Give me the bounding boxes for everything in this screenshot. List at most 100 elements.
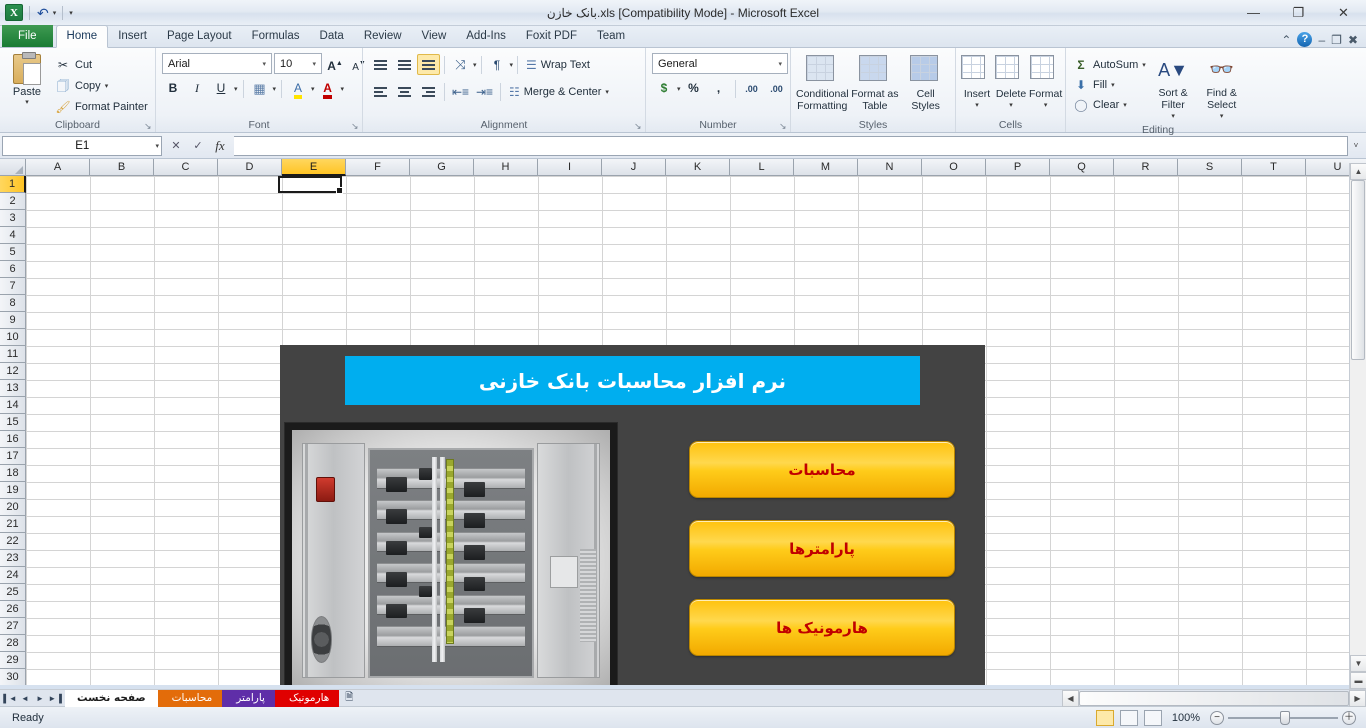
align-middle-button[interactable] — [393, 54, 416, 75]
fill-color-button[interactable]: A — [287, 78, 309, 99]
comma-button[interactable]: , — [707, 78, 731, 99]
horizontal-scrollbar[interactable]: ◀ ▶ — [1062, 689, 1366, 707]
zoom-level[interactable]: 100% — [1168, 712, 1204, 724]
row-header-4[interactable]: 4 — [0, 227, 26, 244]
percent-button[interactable]: % — [682, 78, 706, 99]
zoom-slider[interactable]: − ＋ — [1210, 710, 1356, 725]
paste-dropdown-icon[interactable]: ▾ — [25, 98, 29, 106]
sheet-nav-buttons[interactable]: ▌◄ ◄ ► ►▐ — [0, 694, 65, 703]
sheet-tab-harmonics[interactable]: هارمونیک — [274, 689, 340, 707]
underline-dropdown-icon[interactable]: ▾ — [234, 85, 238, 93]
underline-button[interactable]: U — [210, 78, 232, 99]
italic-button[interactable]: I — [186, 78, 208, 99]
column-header-m[interactable]: M — [794, 159, 858, 176]
row-header-9[interactable]: 9 — [0, 312, 26, 329]
row-header-22[interactable]: 22 — [0, 533, 26, 550]
row-header-18[interactable]: 18 — [0, 465, 26, 482]
number-format-caret-icon[interactable]: ▾ — [775, 60, 785, 68]
button-calculations[interactable]: محاسبات — [689, 441, 955, 498]
zoom-thumb[interactable] — [1280, 710, 1290, 725]
font-color-button[interactable]: A — [317, 78, 339, 99]
button-harmonics[interactable]: هارمونیک ها — [689, 599, 955, 656]
clipboard-dialog-launcher[interactable]: ↘ — [144, 122, 153, 131]
column-header-q[interactable]: Q — [1050, 159, 1114, 176]
row-header-7[interactable]: 7 — [0, 278, 26, 295]
zoom-out-button[interactable]: − — [1210, 710, 1224, 725]
row-header-16[interactable]: 16 — [0, 431, 26, 448]
delete-cells-button[interactable]: Delete ▾ — [994, 53, 1028, 112]
wrap-text-button[interactable]: ☰ Wrap Text — [522, 53, 594, 76]
tab-view[interactable]: View — [412, 26, 457, 47]
rtl-dropdown-icon[interactable]: ▾ — [510, 61, 514, 69]
column-header-b[interactable]: B — [90, 159, 154, 176]
font-name-combo[interactable]: Arial ▾ — [162, 53, 272, 74]
customize-qat-icon[interactable]: ▾ — [69, 9, 73, 17]
sort-filter-button[interactable]: A▼ Sort & Filter ▾ — [1149, 52, 1198, 123]
autosum-button[interactable]: Σ AutoSum ▾ — [1070, 55, 1149, 74]
insert-cells-dropdown-icon[interactable]: ▾ — [975, 100, 979, 112]
row-header-5[interactable]: 5 — [0, 244, 26, 261]
increase-indent-button[interactable]: ⇥≡ — [473, 81, 496, 102]
sheet-tab-calculations[interactable]: محاسبات — [157, 689, 223, 707]
enter-formula-button[interactable]: ✓ — [187, 136, 209, 156]
cut-button[interactable]: ✂ Cut — [52, 55, 151, 74]
number-dialog-launcher[interactable]: ↘ — [779, 122, 788, 131]
column-header-p[interactable]: P — [986, 159, 1050, 176]
quick-access-toolbar[interactable]: X ↶ ▾ ▾ — [0, 4, 73, 21]
row-header-15[interactable]: 15 — [0, 414, 26, 431]
merge-center-dropdown-icon[interactable]: ▾ — [605, 88, 609, 96]
close-button[interactable]: ✕ — [1321, 0, 1366, 26]
name-box-caret-icon[interactable]: ▾ — [155, 142, 159, 150]
first-sheet-button[interactable]: ▌◄ — [3, 694, 17, 703]
font-color-dropdown-icon[interactable]: ▾ — [341, 85, 345, 93]
next-sheet-button[interactable]: ► — [33, 694, 47, 703]
row-header-24[interactable]: 24 — [0, 567, 26, 584]
last-sheet-button[interactable]: ►▐ — [48, 694, 62, 703]
column-header-d[interactable]: D — [218, 159, 282, 176]
row-header-28[interactable]: 28 — [0, 635, 26, 652]
undo-dropdown-icon[interactable]: ▾ — [53, 9, 57, 17]
column-header-f[interactable]: F — [346, 159, 410, 176]
copy-dropdown-icon[interactable]: ▾ — [105, 82, 109, 90]
column-header-r[interactable]: R — [1114, 159, 1178, 176]
scroll-left-button[interactable]: ◀ — [1062, 689, 1079, 707]
row-header-3[interactable]: 3 — [0, 210, 26, 227]
bold-button[interactable]: B — [162, 78, 184, 99]
column-header-k[interactable]: K — [666, 159, 730, 176]
scroll-down-button[interactable]: ▼ — [1350, 655, 1366, 672]
sheet-tab-home[interactable]: صفحه نخست — [65, 689, 158, 707]
align-center-button[interactable] — [393, 81, 416, 102]
row-header-17[interactable]: 17 — [0, 448, 26, 465]
font-size-caret-icon[interactable]: ▾ — [309, 60, 319, 68]
formula-input[interactable] — [234, 135, 1348, 156]
orientation-button[interactable]: ⤨ — [449, 54, 472, 75]
zoom-track[interactable] — [1228, 710, 1338, 725]
vertical-scrollbar[interactable]: ▲ ▼ ▬ — [1349, 163, 1366, 689]
undo-icon[interactable]: ↶ — [36, 6, 50, 20]
row-header-10[interactable]: 10 — [0, 329, 26, 346]
font-dialog-launcher[interactable]: ↘ — [351, 122, 360, 131]
row-header-19[interactable]: 19 — [0, 482, 26, 499]
currency-button[interactable]: $ — [652, 78, 676, 99]
row-header-6[interactable]: 6 — [0, 261, 26, 278]
column-header-c[interactable]: C — [154, 159, 218, 176]
minimize-button[interactable]: — — [1231, 0, 1276, 26]
column-header-g[interactable]: G — [410, 159, 474, 176]
window-controls[interactable]: — ❐ ✕ — [1231, 0, 1366, 26]
doc-minimize-icon[interactable]: – — [1318, 33, 1325, 47]
vertical-scroll-thumb[interactable] — [1351, 180, 1365, 360]
decrease-indent-button[interactable]: ⇤≡ — [449, 81, 472, 102]
column-header-s[interactable]: S — [1178, 159, 1242, 176]
format-painter-button[interactable]: 🖌 Format Painter — [52, 97, 151, 116]
column-header-e[interactable]: E — [282, 159, 346, 176]
cancel-formula-button[interactable]: ✕ — [165, 136, 187, 156]
clear-dropdown-icon[interactable]: ▾ — [1123, 101, 1127, 109]
split-pane-button[interactable]: ▬ — [1350, 672, 1366, 689]
paste-button[interactable]: Paste ▾ — [4, 51, 50, 106]
row-header-30[interactable]: 30 — [0, 669, 26, 685]
prev-sheet-button[interactable]: ◄ — [18, 694, 32, 703]
alignment-dialog-launcher[interactable]: ↘ — [634, 122, 643, 131]
row-header-20[interactable]: 20 — [0, 499, 26, 516]
tab-data[interactable]: Data — [310, 26, 354, 47]
row-header-8[interactable]: 8 — [0, 295, 26, 312]
